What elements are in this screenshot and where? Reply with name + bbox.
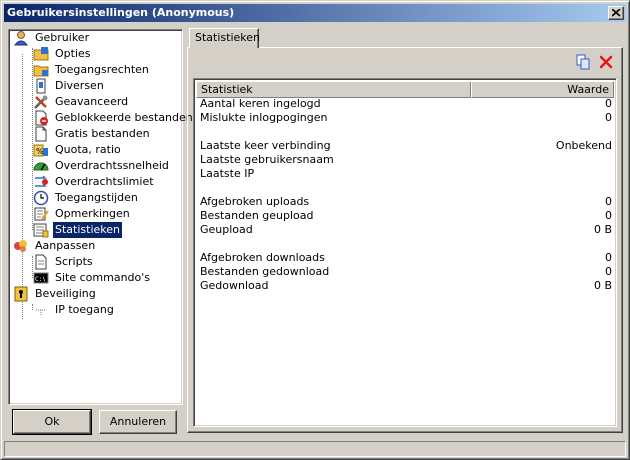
stat-value: 0: [605, 209, 612, 222]
table-row[interactable]: Laatste gebruikersnaam: [194, 153, 612, 167]
console-icon: C:\: [33, 270, 49, 286]
statistics-list[interactable]: Statistiek Waarde Aantal keren ingelogd …: [193, 78, 617, 427]
stat-value: 0: [605, 97, 612, 110]
stat-name: Laatste gebruikersnaam: [200, 153, 334, 166]
speed-gauge-icon: [33, 158, 49, 174]
tools-icon: [33, 94, 49, 110]
table-row[interactable]: Mislukte inlogpogingen 0: [194, 111, 612, 125]
security-icon: [13, 286, 29, 302]
settings-window: Gebruikersinstellingen (Anonymous) Gebru…: [0, 0, 630, 460]
table-row[interactable]: Afgebroken downloads 0: [194, 251, 612, 265]
stat-name: Aantal keren ingelogd: [200, 97, 321, 110]
stat-value: 0: [605, 111, 612, 124]
table-row[interactable]: Bestanden gedownload 0: [194, 265, 612, 279]
table-row[interactable]: Laatste IP: [194, 167, 612, 181]
title-bar[interactable]: Gebruikersinstellingen (Anonymous): [4, 4, 626, 22]
svg-text:%: %: [36, 147, 44, 156]
tree-connector: [22, 54, 23, 319]
stat-value: 0 B: [593, 279, 612, 292]
stat-value: 0: [605, 251, 612, 264]
misc-icon: [33, 78, 49, 94]
statistics-icon: [33, 222, 49, 238]
stat-value: 0: [605, 265, 612, 278]
stat-name: Afgebroken uploads: [200, 195, 310, 208]
table-row[interactable]: Bestanden geupload 0: [194, 209, 612, 223]
close-button[interactable]: [608, 6, 624, 20]
list-header: Statistiek Waarde: [196, 81, 614, 98]
close-icon: [612, 9, 621, 17]
stat-name: Bestanden gedownload: [200, 265, 330, 278]
cancel-button[interactable]: Annuleren: [99, 410, 177, 434]
stat-name: Bestanden geupload: [200, 209, 314, 222]
table-row[interactable]: Aantal keren ingelogd 0: [194, 97, 612, 111]
script-icon: [33, 254, 49, 270]
user-icon: [13, 30, 29, 46]
quota-icon: %: [33, 142, 49, 158]
status-bar: [4, 441, 626, 457]
table-row[interactable]: Laatste keer verbinding Onbekend: [194, 139, 612, 153]
file-icon: [33, 126, 49, 142]
window-title: Gebruikersinstellingen (Anonymous): [7, 6, 235, 19]
svg-text:C:\: C:\: [35, 276, 46, 283]
options-icon: [33, 46, 49, 62]
stat-name: Gedownload: [200, 279, 269, 292]
stat-name: Geupload: [200, 223, 253, 236]
folder-permissions-icon: [33, 62, 49, 78]
customize-icon: [13, 238, 29, 254]
tab-statistieken[interactable]: Statistieken: [189, 28, 260, 48]
ok-button[interactable]: Ok: [12, 409, 92, 435]
stat-value: Onbekend: [555, 139, 612, 152]
table-row[interactable]: Afgebroken uploads 0: [194, 195, 612, 209]
stat-name: Laatste IP: [200, 167, 255, 180]
table-row[interactable]: [194, 181, 612, 195]
delete-icon[interactable]: [598, 54, 614, 70]
table-row[interactable]: Geupload 0 B: [194, 223, 612, 237]
network-icon: [33, 302, 49, 318]
stat-value: 0 B: [593, 223, 612, 236]
settings-tree[interactable]: Gebruiker Opties Toegangsrechten Diverse…: [8, 29, 193, 405]
copy-icon[interactable]: [575, 54, 591, 70]
table-row[interactable]: [194, 125, 612, 139]
stat-name: Afgebroken downloads: [200, 251, 325, 264]
stat-name: Mislukte inlogpogingen: [200, 111, 328, 124]
stat-value: 0: [605, 195, 612, 208]
column-header-statistiek[interactable]: Statistiek: [196, 81, 471, 98]
column-header-waarde[interactable]: Waarde: [471, 81, 614, 98]
stat-name: Laatste keer verbinding: [200, 139, 331, 152]
blocked-file-icon: [33, 110, 49, 126]
clock-icon: [33, 190, 49, 206]
table-row[interactable]: [194, 237, 612, 251]
table-row[interactable]: Gedownload 0 B: [194, 279, 612, 293]
notes-icon: [33, 206, 49, 222]
limit-icon: [33, 174, 49, 190]
